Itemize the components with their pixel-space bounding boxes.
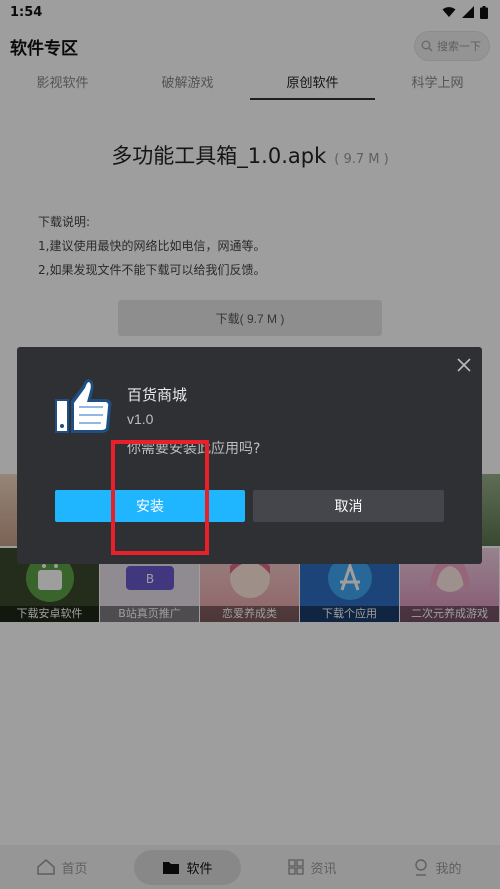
- cancel-button[interactable]: 取消: [253, 490, 444, 522]
- dialog-app-version: v1.0: [127, 411, 154, 427]
- close-icon[interactable]: [456, 357, 472, 373]
- dialog-question: 你需要安装此应用吗?: [127, 441, 261, 457]
- thumbs-up-icon: [55, 379, 112, 433]
- dialog-app-name: 百货商城: [127, 386, 188, 404]
- install-button[interactable]: 安装: [55, 490, 245, 522]
- install-dialog: 百货商城 v1.0 你需要安装此应用吗? 安装 取消: [17, 347, 482, 564]
